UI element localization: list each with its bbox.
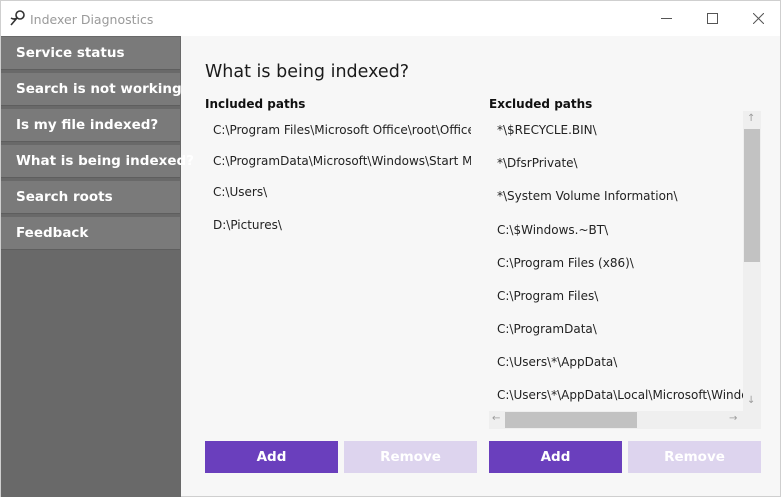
scroll-down-icon[interactable]: ↓	[747, 395, 755, 406]
remove-excluded-path-button[interactable]: Remove	[628, 441, 761, 473]
included-path-item[interactable]: C:\ProgramData\Microsoft\Windows\Start M…	[213, 154, 471, 168]
sidebar: Service status Search is not working Is …	[1, 36, 194, 497]
add-excluded-path-button[interactable]: Add	[489, 441, 622, 473]
included-path-item[interactable]: D:\Pictures\	[213, 218, 471, 232]
vertical-scrollbar[interactable]: ↑ ↓	[743, 111, 761, 411]
maximize-icon	[706, 13, 718, 24]
minimize-icon	[660, 18, 672, 19]
close-icon	[752, 13, 764, 24]
nav-item-search-not-working[interactable]: Search is not working	[1, 73, 182, 106]
nav-item-service-status[interactable]: Service status	[1, 37, 180, 70]
window-title: Indexer Diagnostics	[30, 12, 154, 27]
excluded-path-item[interactable]: C:\$Windows.~BT\	[497, 223, 743, 237]
excluded-path-item[interactable]: C:\Program Files (x86)\	[497, 256, 743, 270]
close-button[interactable]	[735, 1, 781, 36]
minimize-button[interactable]	[643, 1, 689, 36]
scroll-right-icon[interactable]: →	[729, 413, 737, 424]
remove-included-path-button[interactable]: Remove	[344, 441, 477, 473]
vertical-scroll-thumb[interactable]	[744, 129, 760, 262]
excluded-paths-heading: Excluded paths	[489, 97, 593, 111]
title-bar: Indexer Diagnostics	[1, 1, 780, 36]
nav-item-search-roots[interactable]: Search roots	[1, 181, 180, 214]
excluded-path-item[interactable]: C:\ProgramData\	[497, 322, 743, 336]
excluded-path-item[interactable]: *\DfsrPrivate\	[497, 156, 743, 170]
excluded-path-item[interactable]: *\$RECYCLE.BIN\	[497, 123, 743, 137]
page-title: What is being indexed?	[205, 62, 410, 82]
scroll-up-icon[interactable]: ↑	[747, 113, 755, 124]
app-icon	[10, 10, 25, 26]
included-path-item[interactable]: C:\Program Files\Microsoft Office\root\O…	[213, 123, 471, 137]
horizontal-scroll-thumb[interactable]	[505, 412, 637, 428]
nav-item-what-is-indexed[interactable]: What is being indexed?	[1, 145, 194, 178]
scroll-left-icon[interactable]: ←	[492, 413, 500, 424]
scrollbar-corner	[743, 411, 761, 429]
app-window: Indexer Diagnostics Service status Searc…	[0, 0, 781, 497]
excluded-path-item[interactable]: C:\Users\*\AppData\	[497, 355, 743, 369]
horizontal-scrollbar[interactable]: ← →	[489, 411, 743, 429]
add-included-path-button[interactable]: Add	[205, 441, 338, 473]
included-path-item[interactable]: C:\Users\	[213, 185, 471, 199]
excluded-paths-list: *\$RECYCLE.BIN\ *\DfsrPrivate\ *\System …	[489, 111, 761, 429]
nav-item-feedback[interactable]: Feedback	[1, 217, 180, 250]
maximize-button[interactable]	[689, 1, 735, 36]
nav-item-is-my-file-indexed[interactable]: Is my file indexed?	[1, 109, 180, 142]
excluded-path-item[interactable]: C:\Program Files\	[497, 289, 743, 303]
excluded-path-item[interactable]: C:\Users\*\AppData\Local\Microsoft\Windo…	[497, 388, 743, 402]
excluded-path-item[interactable]: *\System Volume Information\	[497, 189, 743, 203]
included-paths-heading: Included paths	[205, 97, 306, 111]
